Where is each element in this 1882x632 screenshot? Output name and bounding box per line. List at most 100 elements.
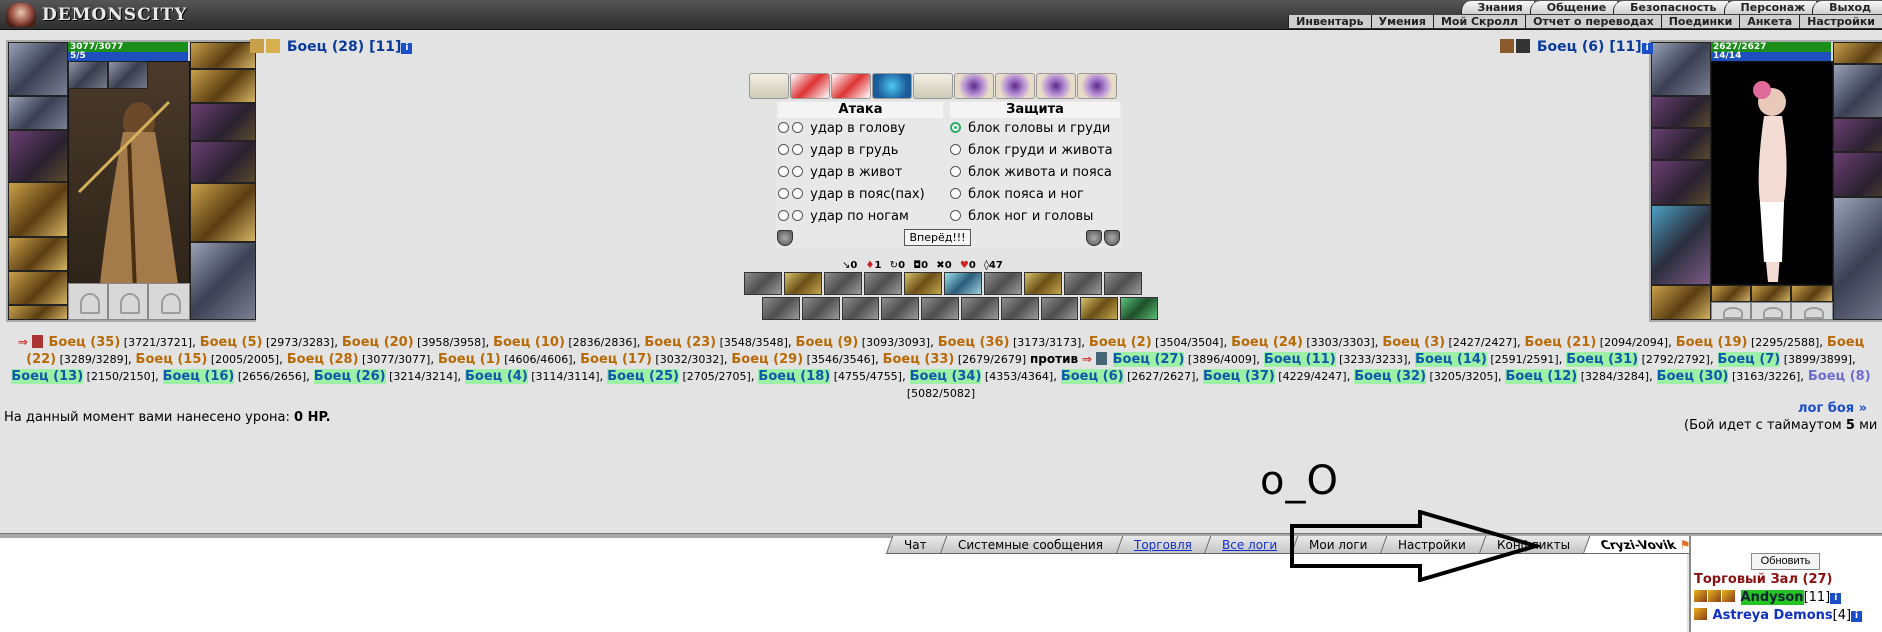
opp-scroll-1[interactable] [1711, 285, 1751, 302]
submenu-inventory[interactable]: Инвентарь [1288, 15, 1371, 28]
opp-amulet-slot[interactable] [1833, 64, 1882, 118]
defense-row-legs-head[interactable]: блок ног и головы [950, 207, 1093, 227]
attack-row-legs[interactable]: удар по ногам [778, 207, 909, 227]
battle-log-link[interactable]: лог боя » [1798, 401, 1867, 416]
attack-radio-a[interactable] [778, 144, 789, 155]
attack-row-belly[interactable]: удар в живот [778, 163, 902, 183]
fighter-name[interactable]: Боец (7) [1717, 352, 1781, 367]
opp-helmet-slot[interactable] [1651, 42, 1711, 96]
player-name[interactable]: Боец (28) [287, 39, 364, 55]
defense-row-belly-belt[interactable]: блок живота и пояса [950, 163, 1112, 183]
opp-empty-slot-2[interactable] [1751, 302, 1791, 320]
opp-belt-slot[interactable] [1651, 285, 1711, 320]
user-action-icon[interactable] [1694, 590, 1707, 602]
belt-slot[interactable] [8, 237, 68, 271]
user-info-icon[interactable]: i [1830, 593, 1842, 604]
game-logo[interactable]: DEMONSCITY [6, 3, 187, 27]
attack-row-head[interactable]: удар в голову [778, 119, 905, 139]
defense-radio[interactable] [950, 122, 961, 133]
fighter-name[interactable]: Боец (5) [200, 335, 263, 350]
fighter-name[interactable]: Боец (6) [1060, 369, 1124, 384]
attack-radio-a[interactable] [778, 188, 789, 199]
refresh-button[interactable]: Обновить [1751, 553, 1820, 570]
user-info-icon[interactable]: i [1851, 611, 1863, 622]
submenu-transfer-report[interactable]: Отчет о переводах [1525, 15, 1661, 28]
attack-radio-b[interactable] [792, 166, 803, 177]
skill-slot[interactable] [1120, 297, 1158, 320]
defense-row-belt-legs[interactable]: блок пояса и ног [950, 185, 1084, 205]
opponent-info-icon[interactable]: i [1641, 43, 1653, 54]
auto-attack-icon[interactable] [777, 230, 793, 246]
defense-mode-icon-2[interactable] [1104, 230, 1120, 246]
fighter-name[interactable]: Боец (1) [438, 352, 501, 367]
attack-radio-a[interactable] [778, 210, 789, 221]
fighter-name[interactable]: Боец (12) [1505, 369, 1578, 384]
skill-slot[interactable] [824, 272, 862, 295]
skill-slot[interactable] [784, 272, 822, 295]
defense-radio[interactable] [950, 210, 961, 221]
skill-slot[interactable] [841, 297, 880, 320]
opp-ring-2-slot[interactable] [1833, 118, 1882, 152]
user-name[interactable]: Astreya Demons [1713, 608, 1833, 623]
fighter-name[interactable]: Боец (20) [342, 335, 414, 350]
skill-slot[interactable] [1040, 297, 1079, 320]
opp-empty-slot-3[interactable] [1791, 302, 1833, 320]
fighter-name[interactable]: Боец (23) [644, 335, 716, 350]
fighter-name[interactable]: Боец (9) [796, 335, 859, 350]
empty-slot-1[interactable] [68, 283, 108, 320]
tab-trade[interactable]: Торговля [1115, 536, 1214, 554]
fighter-name[interactable]: Боец (8) [1808, 369, 1871, 384]
menu-exit[interactable]: Выход [1812, 1, 1882, 14]
armor-slot[interactable] [8, 182, 68, 237]
empty-slot-2[interactable] [108, 283, 148, 320]
scroll-slot-fire[interactable] [831, 73, 871, 99]
fighter-name[interactable]: Боец (2) [1089, 335, 1152, 350]
scroll-slot-empty-1[interactable] [749, 73, 789, 99]
defense-row-chest-belly[interactable]: блок груди и живота [950, 141, 1113, 161]
fighter-name[interactable]: Боец (19) [1676, 335, 1748, 350]
submenu-skills[interactable]: Умения [1370, 15, 1433, 28]
empty-slot-3[interactable] [148, 283, 190, 320]
attack-radio-b[interactable] [792, 188, 803, 199]
fighter-name[interactable]: Боец (26) [313, 369, 386, 384]
player-avatar[interactable] [68, 61, 190, 305]
helmet-slot[interactable] [8, 42, 68, 96]
fighter-name[interactable]: Боец (24) [1231, 335, 1303, 350]
fighter-name[interactable]: Боец (3) [1382, 335, 1445, 350]
ring-slot[interactable] [8, 271, 68, 305]
submenu-my-scroll[interactable]: Мой Скролл [1432, 15, 1526, 28]
defense-mode-icon-1[interactable] [1086, 230, 1102, 246]
defense-radio[interactable] [950, 144, 961, 155]
user-action-icon[interactable] [1694, 608, 1707, 620]
scroll-slot-magic-3[interactable] [1036, 73, 1076, 99]
fighter-name[interactable]: Боец (34) [909, 369, 982, 384]
fighter-name[interactable]: Боец (14) [1415, 352, 1487, 367]
rune-slot[interactable] [108, 61, 148, 89]
tab-system-messages[interactable]: Системные сообщения [939, 536, 1125, 554]
weapon-slot[interactable] [8, 130, 68, 182]
fighter-name[interactable]: Боец (25) [607, 369, 679, 384]
skill-slot[interactable] [904, 272, 942, 295]
attack-radio-a[interactable] [778, 122, 789, 133]
shield-slot[interactable] [190, 141, 256, 183]
menu-security[interactable]: Безопасность [1613, 1, 1728, 14]
boots-slot[interactable] [190, 242, 256, 320]
amulet-slot[interactable] [68, 61, 108, 89]
opp-ring-slot[interactable] [1833, 42, 1882, 64]
fighter-name[interactable]: Боец (27) [1112, 352, 1185, 367]
skill-slot[interactable] [881, 297, 920, 320]
fighter-name[interactable]: Боец (11) [1263, 352, 1336, 367]
player-info-icon[interactable]: i [401, 43, 413, 54]
skill-slot[interactable] [960, 297, 999, 320]
opp-scroll-3[interactable] [1791, 285, 1833, 302]
fighter-name[interactable]: Боец (33) [883, 352, 955, 367]
attack-radio-b[interactable] [792, 144, 803, 155]
accessory-slot[interactable] [8, 305, 68, 320]
menu-character[interactable]: Персонаж [1723, 1, 1817, 14]
fighter-name[interactable]: Боец (10) [493, 335, 565, 350]
fighter-name[interactable]: Боец (16) [162, 369, 235, 384]
weapon-right-slot[interactable] [190, 42, 256, 69]
skill-slot[interactable] [944, 272, 982, 295]
go-forward-button[interactable]: Вперёд!!! [904, 229, 971, 246]
opp-scroll-2[interactable] [1751, 285, 1791, 302]
